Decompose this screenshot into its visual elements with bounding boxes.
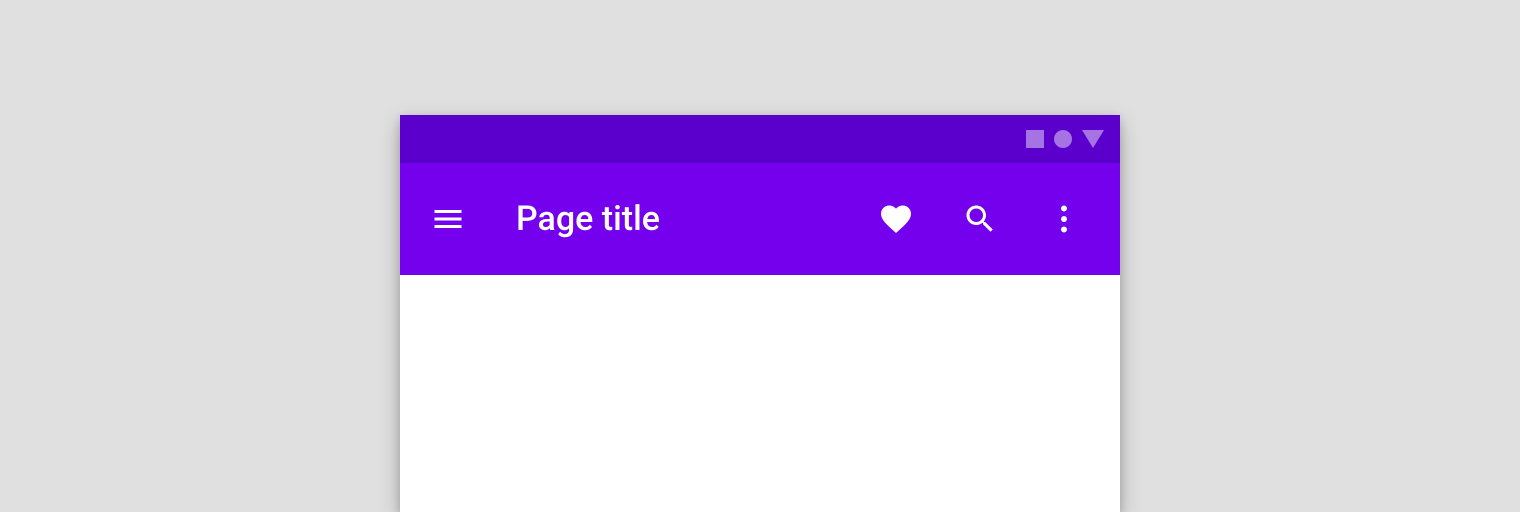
- app-bar: Page title: [400, 163, 1120, 275]
- triangle-down-icon: [1082, 130, 1104, 148]
- menu-button[interactable]: [424, 195, 472, 243]
- square-icon: [1026, 130, 1044, 148]
- heart-icon: [878, 201, 914, 237]
- favorite-button[interactable]: [872, 195, 920, 243]
- system-status-bar: [400, 115, 1120, 163]
- more-vert-icon: [1046, 201, 1082, 237]
- device-frame: Page title: [400, 115, 1120, 512]
- search-icon: [962, 201, 998, 237]
- page-title: Page title: [516, 199, 660, 239]
- overflow-menu-button[interactable]: [1040, 195, 1088, 243]
- circle-icon: [1054, 130, 1072, 148]
- title-area: Page title: [472, 199, 872, 239]
- menu-icon: [430, 201, 466, 237]
- app-bar-actions: [872, 195, 1096, 243]
- content-area: [400, 275, 1120, 512]
- search-button[interactable]: [956, 195, 1004, 243]
